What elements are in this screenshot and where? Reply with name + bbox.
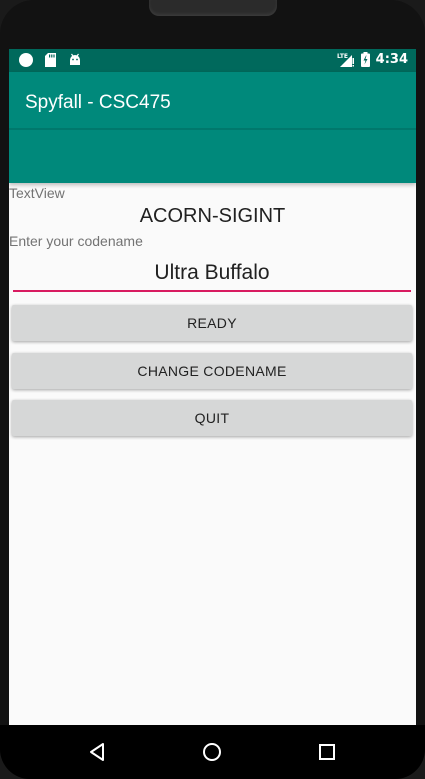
back-icon — [90, 743, 104, 761]
android-icon — [70, 53, 80, 65]
codename-input-underline — [13, 290, 411, 292]
status-time: 4:34 — [375, 52, 408, 67]
screen: LTE 4:34 Spyfall - CSC475 TextView ACORN… — [9, 49, 416, 725]
textview-label: TextView — [9, 185, 65, 201]
phone-frame: LTE 4:34 Spyfall - CSC475 TextView ACORN… — [0, 0, 425, 779]
home-icon — [203, 743, 221, 761]
quit-button[interactable]: QUIT — [12, 400, 412, 436]
signal-icon: LTE — [337, 53, 354, 67]
app-bar-divider — [9, 128, 416, 130]
codename-input-label: Enter your codename — [9, 233, 143, 249]
codename-display: ACORN-SIGINT — [139, 205, 286, 227]
codename-input-wrapper — [13, 255, 411, 293]
recents-icon — [319, 744, 335, 760]
status-right-icons: LTE 4:34 — [337, 52, 408, 67]
app-title: Spyfall - CSC475 — [25, 92, 171, 113]
app-bar: Spyfall - CSC475 — [9, 72, 416, 183]
codename-input[interactable] — [13, 255, 411, 291]
circle-icon — [19, 53, 33, 67]
sd-card-icon — [45, 53, 56, 67]
earpiece — [149, 0, 277, 16]
status-bar: LTE 4:34 — [9, 49, 416, 72]
ready-button[interactable]: READY — [12, 305, 412, 341]
change-codename-button[interactable]: CHANGE CODENAME — [12, 353, 412, 389]
network-type-label: LTE — [337, 53, 348, 60]
navigation-bar — [0, 725, 425, 779]
battery-icon — [360, 52, 370, 67]
back-button[interactable] — [84, 738, 112, 766]
recents-button[interactable] — [313, 738, 341, 766]
home-button[interactable] — [198, 738, 226, 766]
status-left-icons — [19, 53, 82, 67]
